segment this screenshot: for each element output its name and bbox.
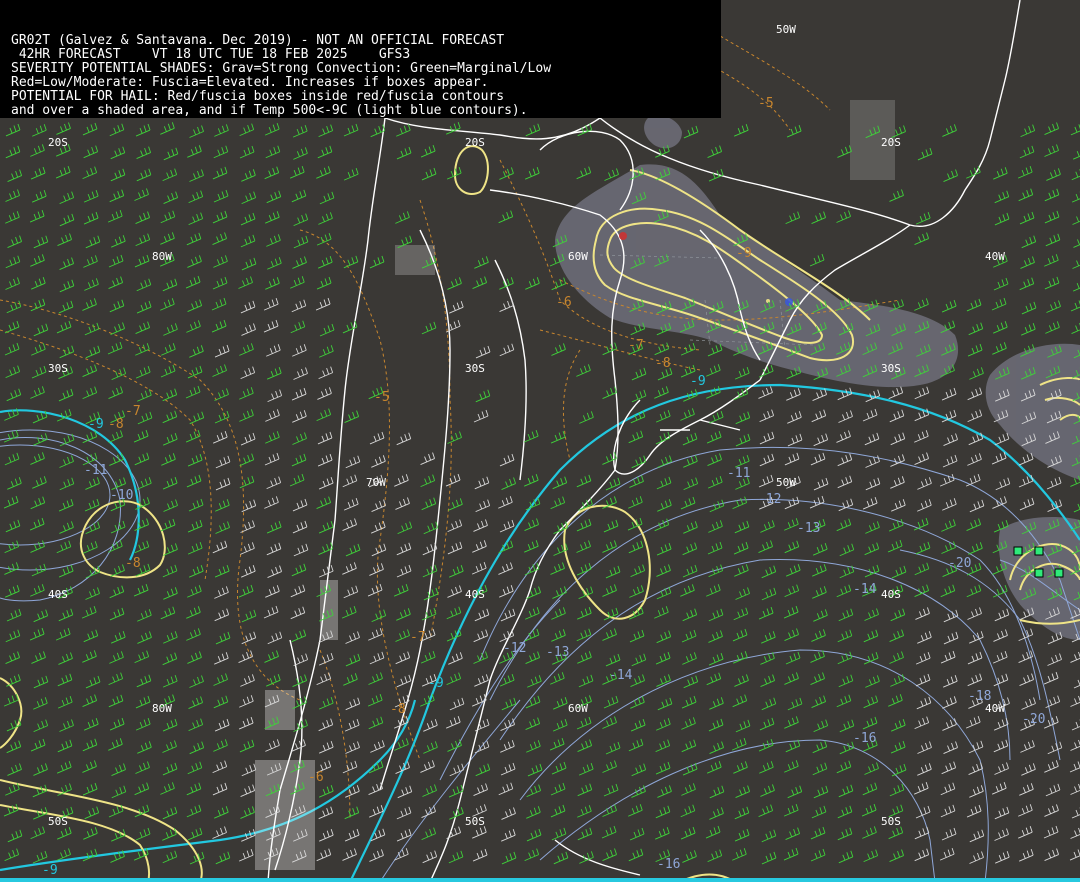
lon-label: 50W <box>776 476 796 489</box>
contour-label: -7 <box>125 404 141 419</box>
contour-label: -9 <box>88 417 104 432</box>
contour-label: -13 <box>546 645 570 660</box>
contour-label: -16 <box>853 731 877 746</box>
lat-label: 40S <box>48 588 68 601</box>
header-hail-conditions: and over a shaded area, and if Temp 500<… <box>11 103 528 118</box>
header-title: GR02T (Galvez & Santavana. Dec 2019) - N… <box>11 33 505 48</box>
bottom-border <box>0 878 1080 882</box>
lat-label: 50S <box>48 815 68 828</box>
header-hail-legend: POTENTIAL FOR HAIL: Red/fuscia boxes ins… <box>11 89 505 104</box>
contour-label: -9 <box>42 863 58 878</box>
lat-label: 20S <box>48 136 68 149</box>
contour-label: -12 <box>758 492 782 507</box>
hail-box <box>1034 568 1044 578</box>
contour-label: -14 <box>853 582 877 597</box>
lon-label: 60W <box>568 702 588 715</box>
contour-label: -9 <box>690 374 706 389</box>
lat-label: 20S <box>465 136 485 149</box>
header-forecast-time: 42HR FORECAST VT 18 UTC TUE 18 FEB 2025 … <box>11 47 411 62</box>
hail-box <box>1034 546 1044 556</box>
header-shades-legend: SEVERITY POTENTIAL SHADES: Grav=Strong C… <box>11 61 552 76</box>
contour-label: -5 <box>758 96 774 111</box>
lat-label: 30S <box>48 362 68 375</box>
contour-label: -11 <box>727 466 751 481</box>
contour-label: -8 <box>125 556 141 571</box>
contour-label: -7 <box>628 338 644 353</box>
hail-box <box>1013 546 1023 556</box>
contour-label: -8 <box>390 702 406 717</box>
contour-label: -6 <box>556 295 572 310</box>
contour-label: -13 <box>797 521 821 536</box>
contour-label: -9 <box>736 246 752 261</box>
contour-label: -9 <box>428 676 444 691</box>
lat-label: 40S <box>881 588 901 601</box>
lon-label: 60W <box>568 250 588 263</box>
lon-label: 70W <box>366 476 386 489</box>
contour-label: -20 <box>948 556 972 571</box>
lon-label: 80W <box>152 702 172 715</box>
contour-label: -12 <box>503 641 527 656</box>
contour-label: -7 <box>410 630 426 645</box>
contour-label: -16 <box>657 857 681 872</box>
contour-label: -8 <box>655 356 671 371</box>
lon-label: 50W <box>776 23 796 36</box>
contour-label: -18 <box>968 689 992 704</box>
contour-label: -14 <box>609 668 633 683</box>
forecast-map <box>0 0 1080 882</box>
contour-label: -6 <box>308 770 324 785</box>
lat-label: 40S <box>465 588 485 601</box>
lat-label: 20S <box>881 136 901 149</box>
forecast-header: GR02T (Galvez & Santavana. Dec 2019) - N… <box>0 0 721 118</box>
lat-label: 50S <box>465 815 485 828</box>
lat-label: 30S <box>881 362 901 375</box>
lon-label: 40W <box>985 250 1005 263</box>
lon-label: 80W <box>152 250 172 263</box>
contour-label: -11 <box>84 463 108 478</box>
contour-label: -8 <box>108 417 124 432</box>
contour-label: -10 <box>110 488 134 503</box>
contour-label: -20 <box>1022 712 1046 727</box>
lat-label: 30S <box>465 362 485 375</box>
lat-label: 50S <box>881 815 901 828</box>
contour-label: -5 <box>374 390 390 405</box>
header-colors-legend: Red=Low/Moderate: Fuscia=Elevated. Incre… <box>11 75 489 90</box>
hail-box <box>1054 568 1064 578</box>
